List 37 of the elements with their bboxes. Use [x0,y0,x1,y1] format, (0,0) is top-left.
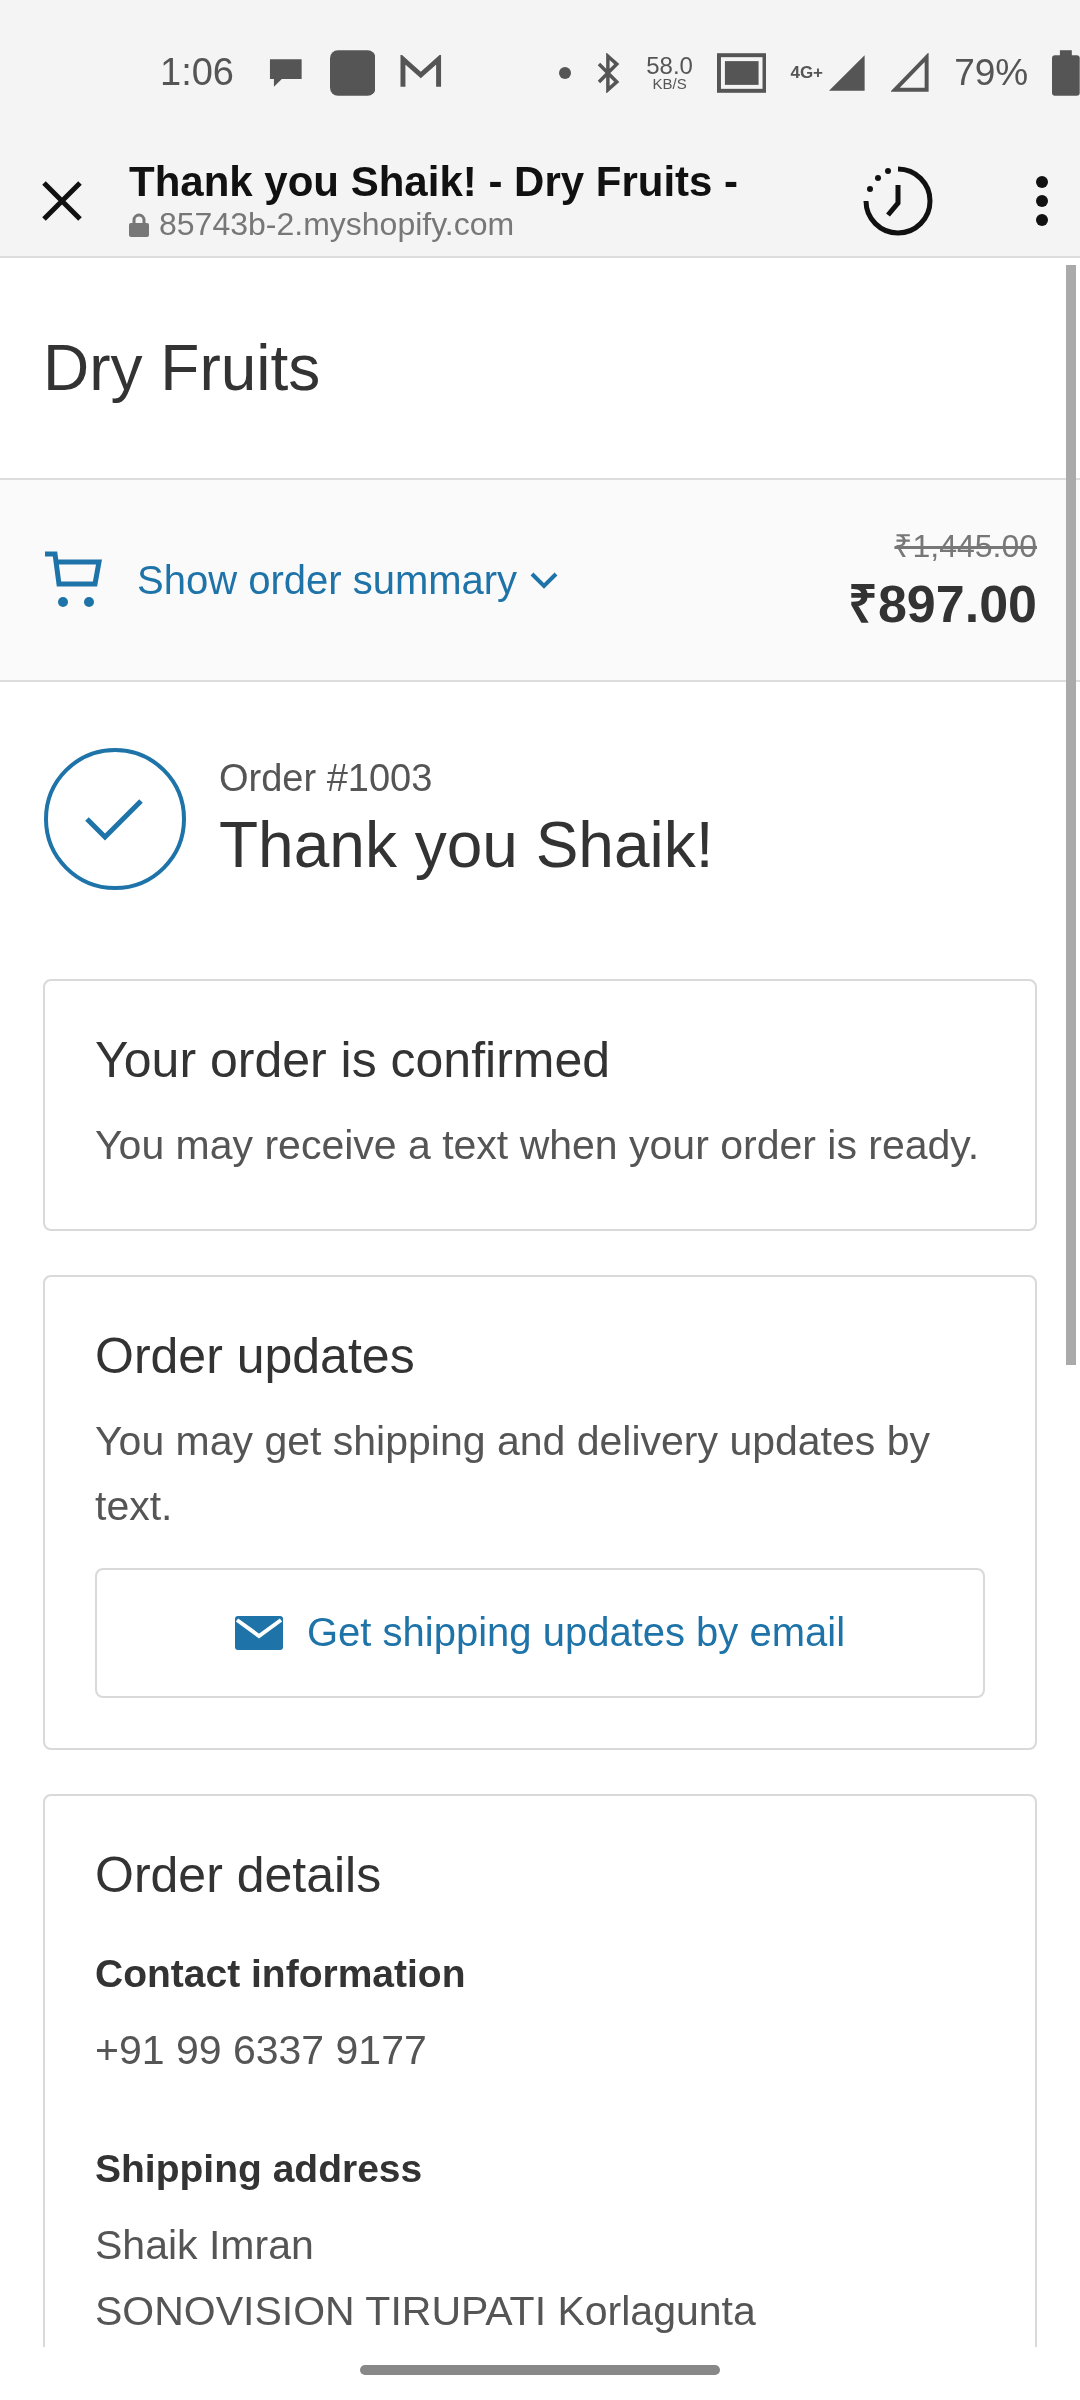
email-updates-button[interactable]: Get shipping updates by email [95,1567,985,1698]
network-speed: 58.0 [646,54,693,77]
signal-icon [827,52,867,93]
section-heading: Contact information [95,1951,467,1996]
card-text: You may receive a text when your order is ready. [95,1121,981,1170]
dot-icon [556,64,573,81]
thank-you-heading: Thank you Shaik! [219,807,714,882]
lock-icon [129,212,149,237]
total-price: ₹897.00 [847,574,1037,635]
detail-text: SONOVISION TIRUPATI Korlagunta [95,2286,757,2336]
page-url: 85743b-2.myshopify.com [159,206,515,243]
original-price: ₹1,445.00 [894,527,1037,566]
status-time: 1:06 [160,51,234,94]
card-title: Order details [95,1845,383,1904]
network-type: 4G+ [790,62,824,83]
mail-icon [234,1615,283,1650]
shop-name: Dry Fruits [43,331,321,405]
more-icon[interactable] [1034,174,1050,227]
signal-icon [890,52,931,93]
order-summary-toggle[interactable]: Show order summary [43,550,828,610]
order-number: Order #1003 [219,756,434,800]
card-title: Your order is confirmed [95,1031,612,1089]
check-circle-icon [43,747,187,891]
section-heading: Shipping address [95,2147,424,2192]
history-icon[interactable] [862,164,934,237]
cart-icon [43,550,105,610]
battery-icon [1052,49,1080,96]
card-text: You may get shipping and delivery updates by text. [95,1416,931,1532]
card-title: Order updates [95,1326,416,1385]
close-icon[interactable] [40,178,84,223]
battery-level: 79% [954,51,1029,94]
detail-text: +91 99 6337 9177 [95,2025,428,2075]
home-handle[interactable] [360,2365,720,2375]
speed-unit: KB/S [652,76,687,91]
detail-text: Shaik Imran [95,2221,315,2271]
page-title: Thank you Shaik! - Dry Fruits - [129,158,740,206]
chevron-icon [529,570,560,590]
